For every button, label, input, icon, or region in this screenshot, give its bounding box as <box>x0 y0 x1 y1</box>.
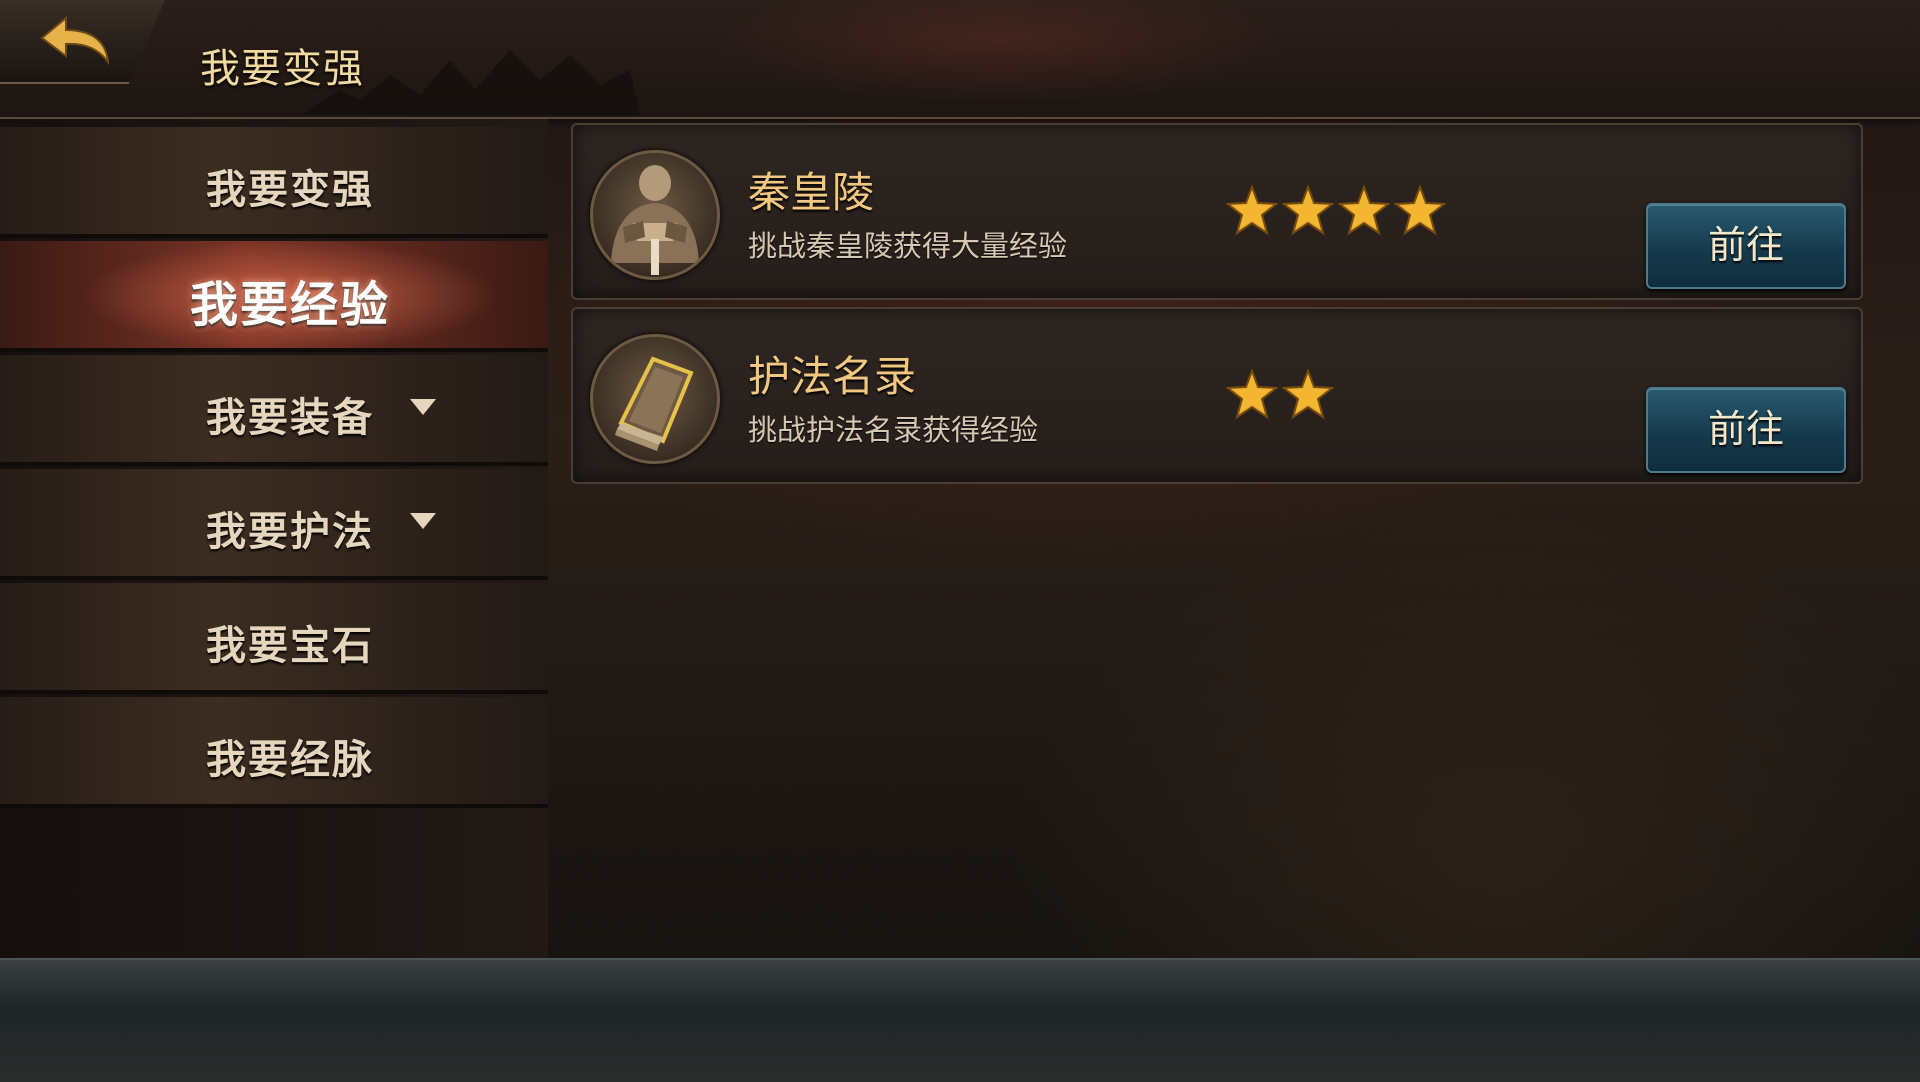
sidebar-item-meridian[interactable]: 我要经脉 <box>0 697 548 808</box>
sidebar-item-label: 我要装备 <box>206 394 374 441</box>
star-rating <box>1226 369 1334 419</box>
sidebar-item-label: 我要护法 <box>206 508 374 555</box>
star-rating <box>1226 185 1446 235</box>
list-item: 护法名录 挑战护法名录获得经验 前往 <box>571 307 1863 484</box>
card-description: 挑战护法名录获得经验 <box>748 413 1039 447</box>
star-icon <box>1226 185 1278 235</box>
star-icon <box>1338 185 1390 235</box>
sidebar-item-label: 我要经验 <box>189 277 390 333</box>
bottom-bar <box>0 958 1920 1082</box>
sidebar-item-experience[interactable]: 我要经验 <box>0 241 548 352</box>
sidebar: 我要变强 我要经验 我要装备 我要护法 我要宝石 我要经脉 <box>0 119 548 959</box>
sidebar-item-equipment[interactable]: 我要装备 <box>0 355 548 466</box>
card-description: 挑战秦皇陵获得大量经验 <box>748 229 1068 263</box>
list-item: 秦皇陵 挑战秦皇陵获得大量经验 前往 <box>571 123 1863 300</box>
back-button[interactable] <box>0 0 165 84</box>
card-title: 护法名录 <box>748 352 917 401</box>
sidebar-item-guardian[interactable]: 我要护法 <box>0 469 548 580</box>
top-bar: 我要变强 <box>0 0 1920 119</box>
sidebar-item-get-stronger[interactable]: 我要变强 <box>0 127 548 238</box>
star-icon <box>1282 369 1334 419</box>
book-icon <box>590 334 720 464</box>
expand-triangle-icon <box>410 513 436 529</box>
expand-triangle-icon <box>410 399 436 415</box>
card-title: 秦皇陵 <box>748 168 875 217</box>
star-icon <box>1226 369 1278 419</box>
sidebar-item-label: 我要经脉 <box>206 736 374 783</box>
go-button[interactable]: 前往 <box>1646 203 1846 289</box>
star-icon <box>1282 185 1334 235</box>
go-button[interactable]: 前往 <box>1646 387 1846 473</box>
sidebar-item-label: 我要变强 <box>206 166 374 213</box>
star-icon <box>1394 185 1446 235</box>
sidebar-item-label: 我要宝石 <box>206 622 374 669</box>
warrior-portrait-icon <box>590 150 720 280</box>
back-arrow-icon <box>40 15 110 66</box>
page-title: 我要变强 <box>200 46 364 92</box>
sidebar-item-gem[interactable]: 我要宝石 <box>0 583 548 694</box>
